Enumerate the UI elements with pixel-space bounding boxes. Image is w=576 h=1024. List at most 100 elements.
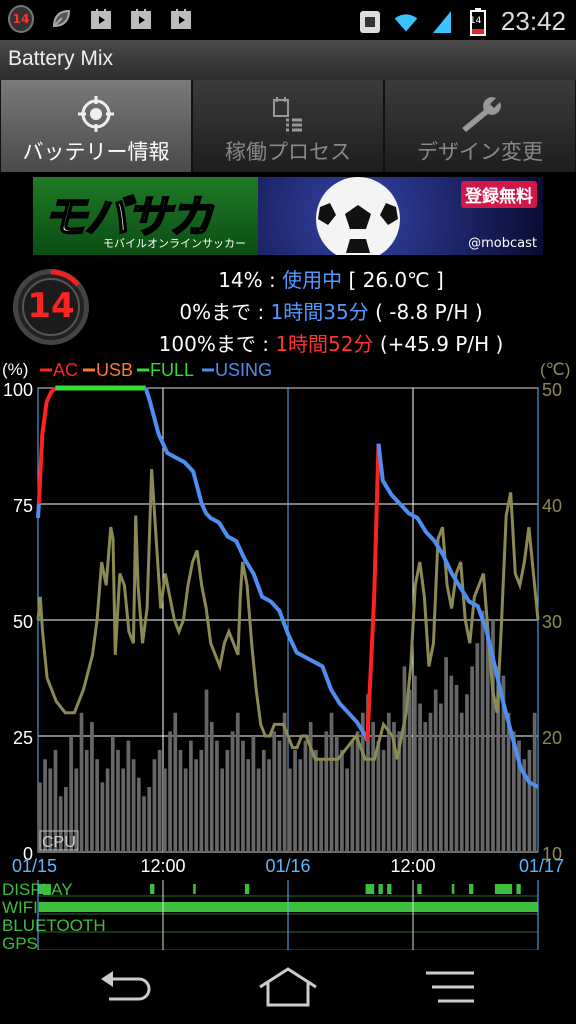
battery-line-using bbox=[36, 503, 41, 519]
ad-subtitle: モバイルオンラインサッカー bbox=[103, 237, 246, 250]
status-line: 14% : 使用中 [ 26.0℃ ] bbox=[96, 264, 566, 296]
state-bar bbox=[387, 884, 392, 894]
cpu-bar bbox=[277, 740, 282, 852]
temperature-text: [ 26.0℃ ] bbox=[342, 268, 444, 292]
cpu-bar bbox=[439, 703, 443, 852]
state-row-label: DISPLAY bbox=[2, 880, 73, 899]
cpu-bar bbox=[480, 610, 485, 852]
cpu-bar bbox=[256, 768, 261, 852]
cpu-bar bbox=[475, 643, 480, 852]
y-right-tick: 50 bbox=[542, 380, 562, 400]
cpu-bar bbox=[261, 749, 266, 852]
cpu-bar bbox=[241, 740, 245, 852]
cpu-bar bbox=[183, 768, 188, 852]
legend-label: USB bbox=[96, 360, 133, 380]
home-button[interactable] bbox=[248, 962, 328, 1012]
cpu-bar bbox=[324, 731, 329, 852]
cpu-bar bbox=[225, 749, 230, 852]
cpu-bar bbox=[95, 759, 99, 852]
cpu-bar bbox=[235, 712, 240, 852]
battery-history-chart[interactable]: 10075502505040302010(%) (℃)01/15 12:00 01/1… bbox=[0, 355, 576, 950]
cpu-bar bbox=[251, 736, 256, 852]
state-bar bbox=[38, 884, 51, 894]
cpu-bar bbox=[199, 749, 204, 852]
cpu-bar bbox=[303, 740, 308, 852]
state-bar bbox=[150, 884, 155, 894]
cpu-bar bbox=[423, 722, 428, 852]
battery-level: 14 bbox=[27, 286, 75, 326]
menu-icon bbox=[426, 971, 474, 1003]
play-store-icon bbox=[168, 6, 194, 32]
battery-mix-badge-icon: 14 bbox=[8, 5, 34, 33]
cpu-bar bbox=[413, 675, 417, 852]
leaf-icon bbox=[48, 6, 74, 32]
time-to-empty-label: 0%まで bbox=[179, 300, 252, 324]
cpu-bar bbox=[319, 759, 323, 852]
tab-battery-info[interactable]: バッテリー情報 bbox=[1, 80, 191, 172]
cpu-bar bbox=[288, 768, 292, 852]
discharge-rate: ( -8.8 P/H ) bbox=[368, 300, 483, 324]
cpu-bar bbox=[267, 759, 271, 852]
ad-banner[interactable]: モバサカ モバイルオンラインサッカー 登録無料 @mobcast bbox=[33, 177, 543, 255]
wrench-icon bbox=[456, 94, 504, 138]
ad-image-area: 登録無料 @mobcast bbox=[258, 177, 543, 255]
time-to-empty-line: 0%まで : 1時間35分 ( -8.8 P/H ) bbox=[96, 296, 566, 328]
ad-badge: 登録無料 bbox=[461, 181, 537, 208]
menu-button[interactable] bbox=[410, 962, 490, 1012]
cpu-bar bbox=[334, 736, 339, 852]
battery-gauge: 14 bbox=[10, 266, 92, 348]
y-left-tick: 75 bbox=[13, 496, 33, 516]
cpu-bar bbox=[449, 675, 454, 852]
y-left-tick: 50 bbox=[13, 612, 33, 632]
x-tick: 12:00 bbox=[140, 856, 185, 876]
cpu-bar bbox=[147, 787, 152, 852]
cpu-bar bbox=[84, 749, 89, 852]
process-list-icon bbox=[268, 94, 308, 138]
cpu-bar bbox=[381, 749, 386, 852]
x-tick: 12:00 bbox=[390, 856, 435, 876]
cpu-bar bbox=[220, 768, 224, 852]
cpu-bar bbox=[116, 749, 120, 852]
y-left-tick: 25 bbox=[13, 728, 33, 748]
cpu-bar bbox=[131, 759, 136, 852]
back-button[interactable] bbox=[85, 962, 165, 1012]
cpu-bar bbox=[189, 740, 193, 852]
state-row-label: BLUETOOTH bbox=[2, 916, 106, 935]
cpu-bar bbox=[168, 731, 172, 852]
battery-level-text: 14 bbox=[469, 15, 482, 26]
target-icon bbox=[76, 94, 116, 138]
cpu-bar bbox=[110, 736, 115, 852]
legend-label: AC bbox=[53, 360, 78, 380]
cpu-bar bbox=[105, 768, 110, 852]
legend-label: FULL bbox=[150, 360, 194, 380]
cpu-bar bbox=[246, 759, 251, 852]
y-left-unit: (%) bbox=[2, 360, 28, 379]
separator: : bbox=[251, 300, 271, 324]
cpu-bar bbox=[79, 712, 84, 852]
tab-running-processes[interactable]: 稼働プロセス bbox=[193, 80, 383, 172]
battery-line-ac bbox=[365, 443, 381, 741]
play-store-icon bbox=[88, 6, 114, 32]
tab-design-change[interactable]: デザイン変更 bbox=[385, 80, 575, 172]
cpu-bar bbox=[298, 759, 303, 852]
tab-label: デザイン変更 bbox=[417, 140, 543, 164]
percent-text: 14% bbox=[218, 268, 263, 292]
battery-icon: 14 bbox=[465, 7, 491, 36]
time-to-empty-value: 1時間35分 bbox=[270, 300, 369, 324]
cpu-bar bbox=[163, 768, 167, 852]
cpu-bar bbox=[314, 749, 318, 852]
cpu-bar bbox=[428, 712, 433, 852]
cpu-bar bbox=[152, 759, 157, 852]
state-bar bbox=[494, 884, 513, 894]
cpu-bar bbox=[215, 740, 219, 852]
wifi-icon bbox=[393, 9, 419, 35]
title-bar: Battery Mix bbox=[0, 40, 576, 81]
y-right-unit: (℃) bbox=[540, 360, 570, 379]
cpu-bar bbox=[355, 731, 360, 852]
state-bar bbox=[244, 884, 250, 894]
charge-rate: (+45.9 P/H ) bbox=[373, 332, 504, 356]
state-bar bbox=[516, 884, 521, 894]
state-bar bbox=[365, 884, 375, 894]
tab-label: 稼働プロセス bbox=[225, 140, 351, 164]
cpu-bar bbox=[402, 666, 407, 852]
